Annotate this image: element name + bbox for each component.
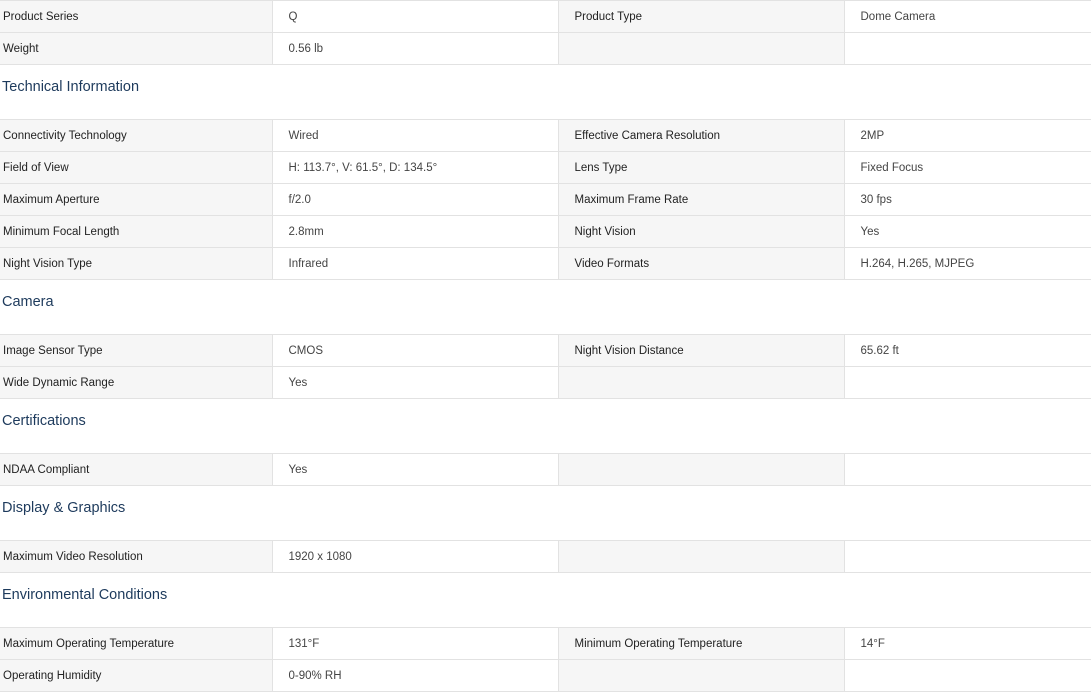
section-heading-environmental-conditions: Environmental Conditions [2,587,168,603]
spec-value: Wired [271,119,558,152]
spec-label: Night Vision Type [0,247,272,280]
spec-label: Video Formats [557,247,844,280]
spec-table-environmental-conditions: Maximum Operating Temperature 131°F Mini… [0,627,1091,692]
spec-label: Image Sensor Type [0,334,272,367]
spec-row: Product Series Q Product Type Dome Camer… [0,0,1091,33]
spec-value [843,453,1091,486]
spec-row: Operating Humidity 0-90% RH [0,659,1091,692]
spec-value [843,366,1091,399]
spec-label: Product Type [557,0,844,33]
spec-label [557,659,844,692]
spec-label: Maximum Operating Temperature [0,627,272,660]
spec-value [843,659,1091,692]
spec-row: Night Vision Type Infrared Video Formats… [0,247,1091,280]
spec-table-general: Product Series Q Product Type Dome Camer… [0,0,1091,65]
spec-row: Maximum Aperture f/2.0 Maximum Frame Rat… [0,183,1091,216]
spec-row: Image Sensor Type CMOS Night Vision Dist… [0,334,1091,367]
spec-table-display-graphics: Maximum Video Resolution 1920 x 1080 [0,540,1091,573]
spec-value: 2.8mm [271,215,558,248]
spec-row: Weight 0.56 lb [0,32,1091,65]
spec-label [557,453,844,486]
spec-row: Field of View H: 113.7°, V: 61.5°, D: 13… [0,151,1091,184]
spec-table-technical-information: Connectivity Technology Wired Effective … [0,119,1091,280]
spec-value: 131°F [271,627,558,660]
spec-label: NDAA Compliant [0,453,272,486]
spec-value: f/2.0 [271,183,558,216]
spec-row: NDAA Compliant Yes [0,453,1091,486]
spec-value: CMOS [271,334,558,367]
spec-label: Lens Type [557,151,844,184]
spec-label: Night Vision Distance [557,334,844,367]
section-heading-display-graphics: Display & Graphics [2,500,126,516]
spec-row: Wide Dynamic Range Yes [0,366,1091,399]
spec-value: Fixed Focus [843,151,1091,184]
spec-row: Maximum Video Resolution 1920 x 1080 [0,540,1091,573]
spec-label: Field of View [0,151,272,184]
spec-value: 14°F [843,627,1091,660]
spec-page: Product Series Q Product Type Dome Camer… [0,0,1091,692]
spec-value: 1920 x 1080 [271,540,558,573]
spec-value [843,540,1091,573]
spec-label [557,366,844,399]
spec-label: Minimum Operating Temperature [557,627,844,660]
spec-label: Minimum Focal Length [0,215,272,248]
spec-value: Infrared [271,247,558,280]
spec-value: 0.56 lb [271,32,558,65]
spec-value: 65.62 ft [843,334,1091,367]
spec-row: Maximum Operating Temperature 131°F Mini… [0,627,1091,660]
spec-value: H: 113.7°, V: 61.5°, D: 134.5° [271,151,558,184]
spec-value: Yes [271,453,558,486]
spec-table-certifications: NDAA Compliant Yes [0,453,1091,486]
section-heading-certifications: Certifications [2,413,86,429]
spec-label [557,540,844,573]
spec-value: 30 fps [843,183,1091,216]
spec-value: 2MP [843,119,1091,152]
spec-value: H.264, H.265, MJPEG [843,247,1091,280]
spec-label: Maximum Video Resolution [0,540,272,573]
spec-value [843,32,1091,65]
spec-value: 0-90% RH [271,659,558,692]
spec-value: Q [271,0,558,33]
spec-table-camera: Image Sensor Type CMOS Night Vision Dist… [0,334,1091,399]
spec-label: Effective Camera Resolution [557,119,844,152]
section-heading-camera: Camera [2,294,54,310]
spec-value: Dome Camera [843,0,1091,33]
spec-label: Operating Humidity [0,659,272,692]
spec-value: Yes [843,215,1091,248]
spec-label [557,32,844,65]
spec-row: Minimum Focal Length 2.8mm Night Vision … [0,215,1091,248]
spec-label: Connectivity Technology [0,119,272,152]
section-heading-technical-information: Technical Information [2,79,140,95]
spec-row: Connectivity Technology Wired Effective … [0,119,1091,152]
spec-label: Product Series [0,0,272,33]
spec-label: Weight [0,32,272,65]
spec-value: Yes [271,366,558,399]
spec-label: Maximum Frame Rate [557,183,844,216]
spec-label: Wide Dynamic Range [0,366,272,399]
spec-label: Night Vision [557,215,844,248]
spec-label: Maximum Aperture [0,183,272,216]
